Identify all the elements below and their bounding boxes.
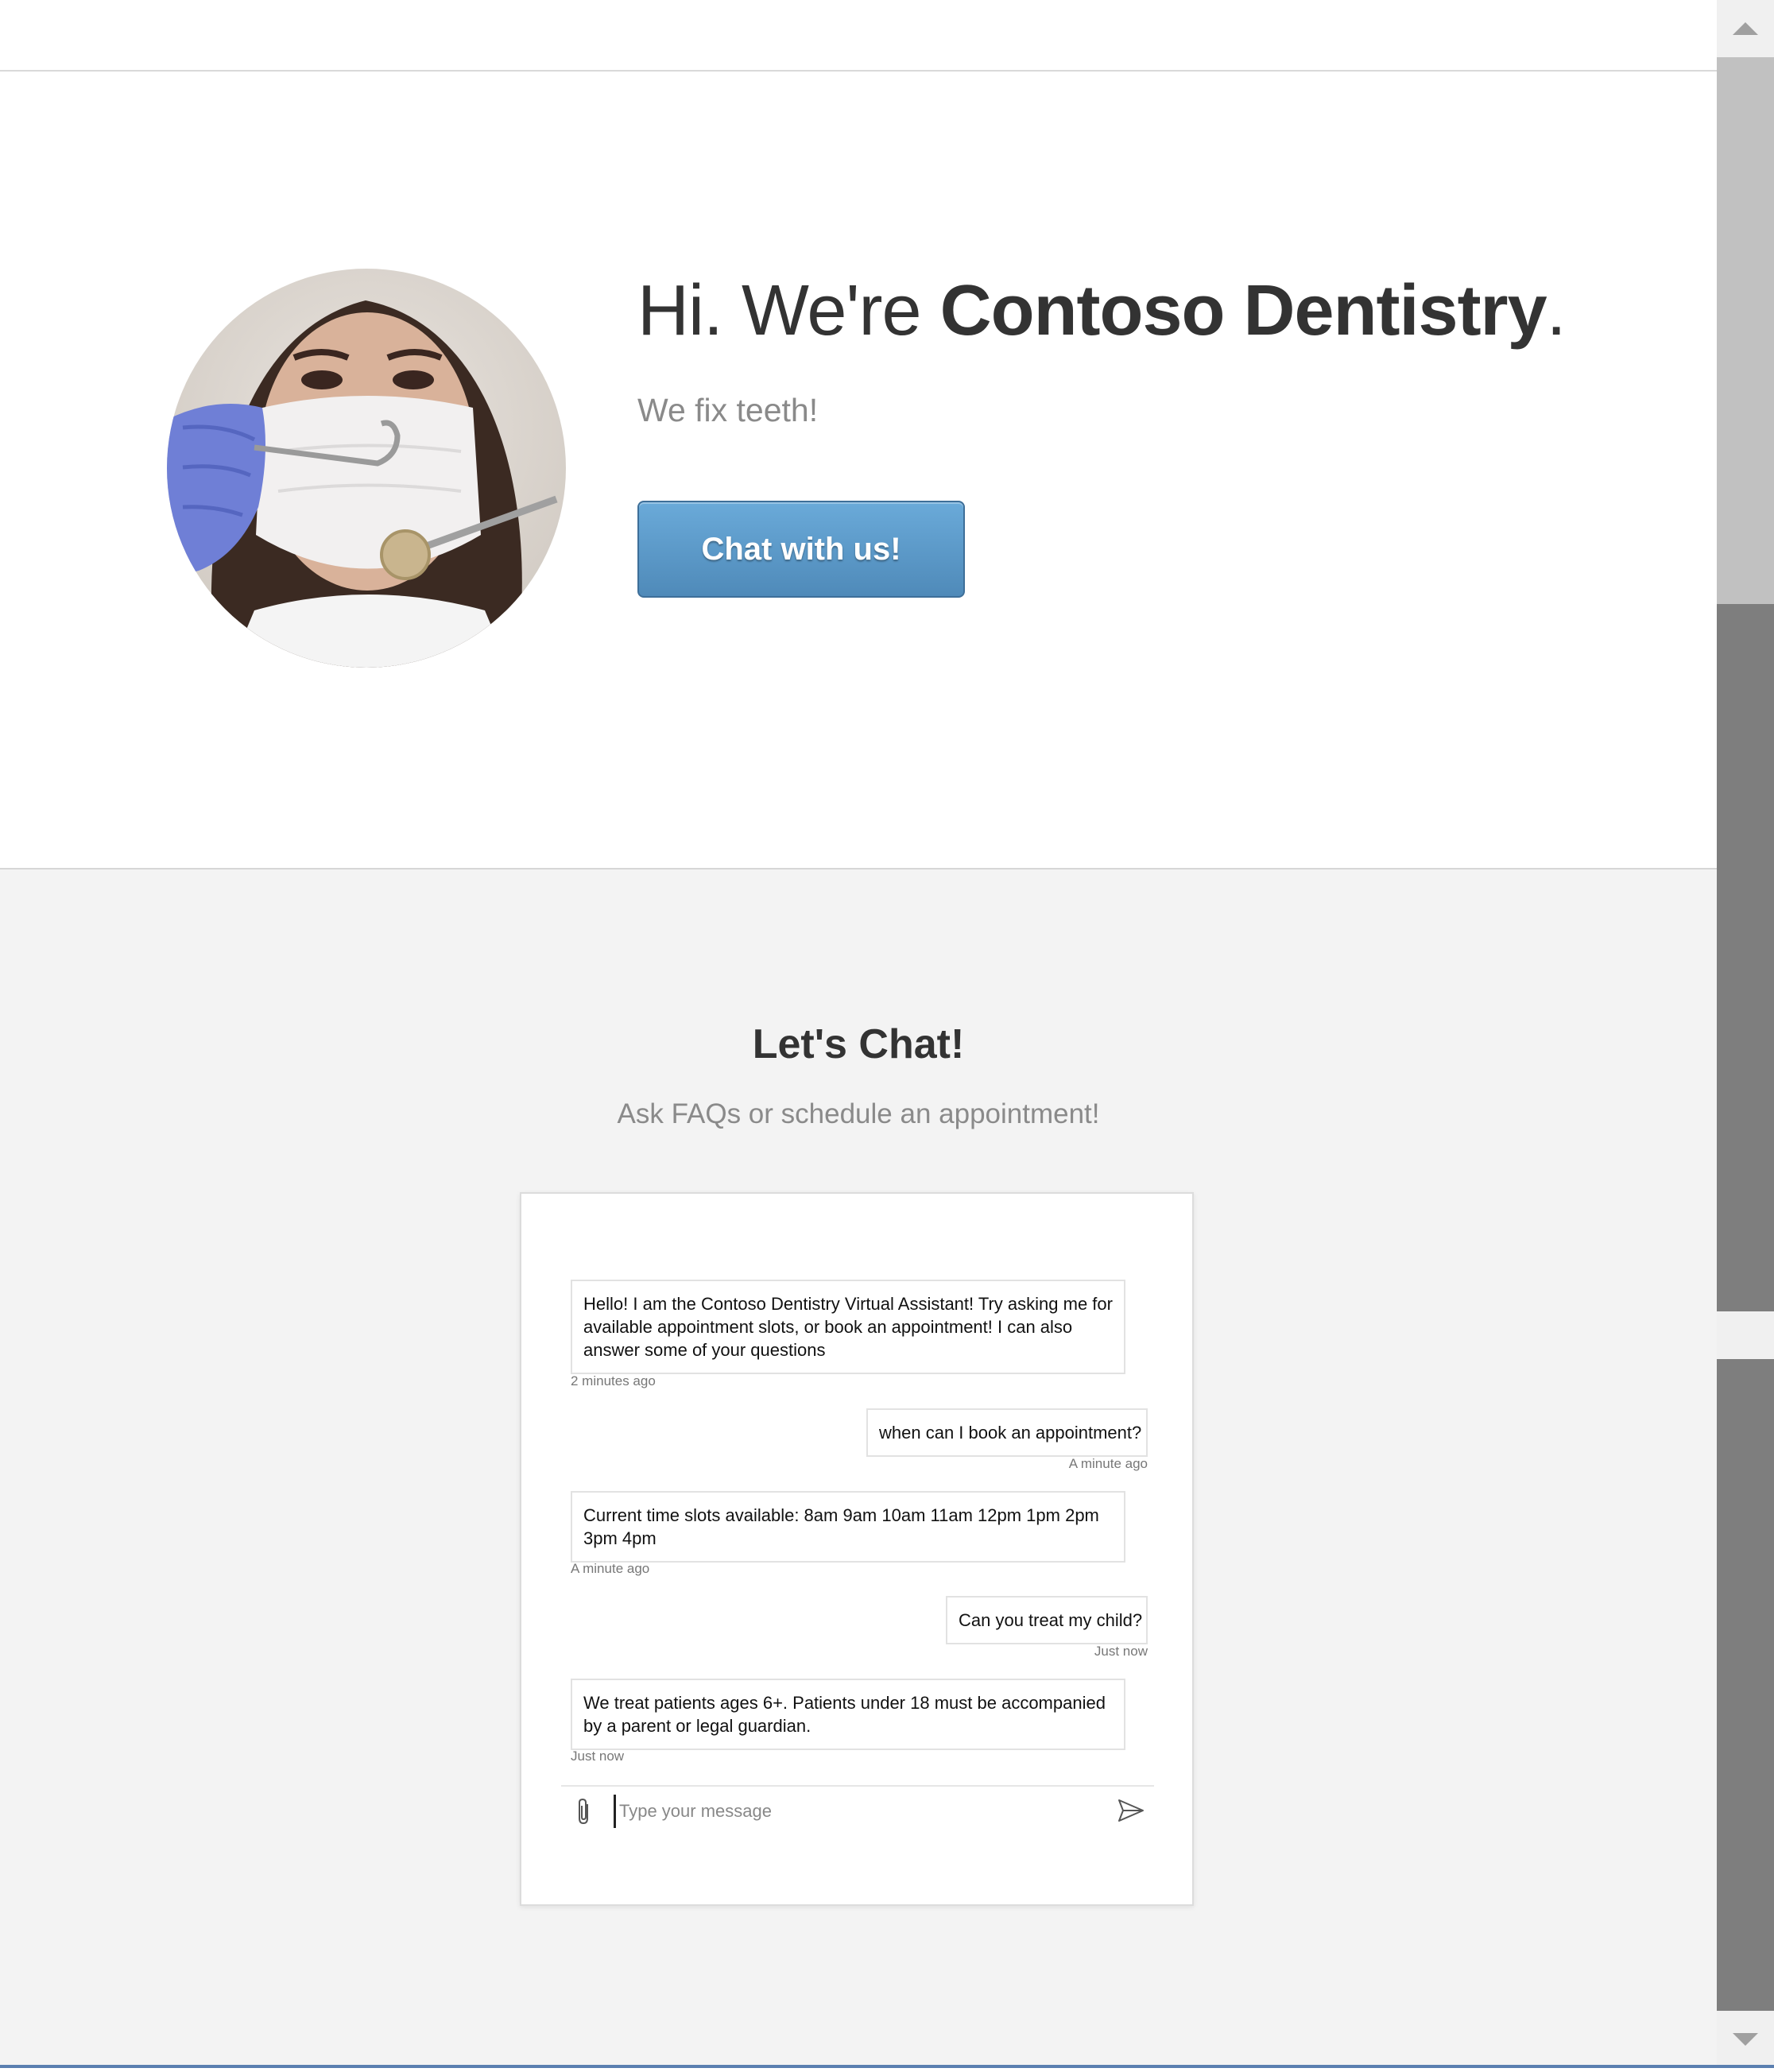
top-nav-bar (0, 0, 1717, 72)
message-timestamp: Just now (571, 1749, 625, 1764)
bot-message: Hello! I am the Contoso Dentistry Virtua… (571, 1280, 1125, 1374)
message-composer (561, 1785, 1154, 1834)
message-input[interactable] (614, 1795, 1098, 1828)
message-timestamp: A minute ago (571, 1561, 650, 1576)
bot-message: We treat patients ages 6+. Patients unde… (571, 1679, 1125, 1750)
hero-title-prefix: Hi. We're (637, 271, 940, 350)
scrollbar-track-segment (1717, 1311, 1774, 1359)
send-icon[interactable] (1117, 1798, 1145, 1823)
message-timestamp: Just now (1094, 1644, 1148, 1659)
arrow-up-icon (1733, 22, 1758, 35)
dentist-photo-icon (167, 269, 566, 668)
dentist-avatar (167, 269, 566, 668)
hero-title-suffix: . (1546, 271, 1567, 350)
hero-section: Hi. We're Contoso Dentistry. We fix teet… (0, 72, 1717, 869)
chat-section: Let's Chat! Ask FAQs or schedule an appo… (0, 869, 1717, 2068)
hero-brand-name: Contoso Dentistry (939, 271, 1547, 350)
hero-subtitle: We fix teeth! (637, 392, 819, 428)
chat-section-subtitle: Ask FAQs or schedule an appointment! (617, 1098, 1100, 1129)
page-scrollbar[interactable] (1717, 0, 1774, 2068)
hero-title: Hi. We're Contoso Dentistry. (637, 270, 1567, 352)
chat-with-us-button[interactable]: Chat with us! (637, 501, 965, 598)
user-message: Can you treat my child? (946, 1596, 1148, 1644)
arrow-down-icon (1733, 2033, 1758, 2046)
scroll-up-button[interactable] (1717, 0, 1774, 57)
user-message: when can I book an appointment? (866, 1408, 1148, 1457)
window-bottom-edge (0, 2065, 1774, 2068)
chat-section-title: Let's Chat! (752, 1021, 965, 1067)
message-timestamp: 2 minutes ago (571, 1373, 656, 1388)
scroll-down-button[interactable] (1717, 2011, 1774, 2068)
paperclip-icon[interactable] (574, 1796, 593, 1826)
chat-panel: Hello! I am the Contoso Dentistry Virtua… (520, 1192, 1194, 1906)
bot-message: Current time slots available: 8am 9am 10… (571, 1491, 1125, 1563)
message-timestamp: A minute ago (1068, 1456, 1148, 1471)
scrollbar-thumb[interactable] (1717, 57, 1774, 604)
